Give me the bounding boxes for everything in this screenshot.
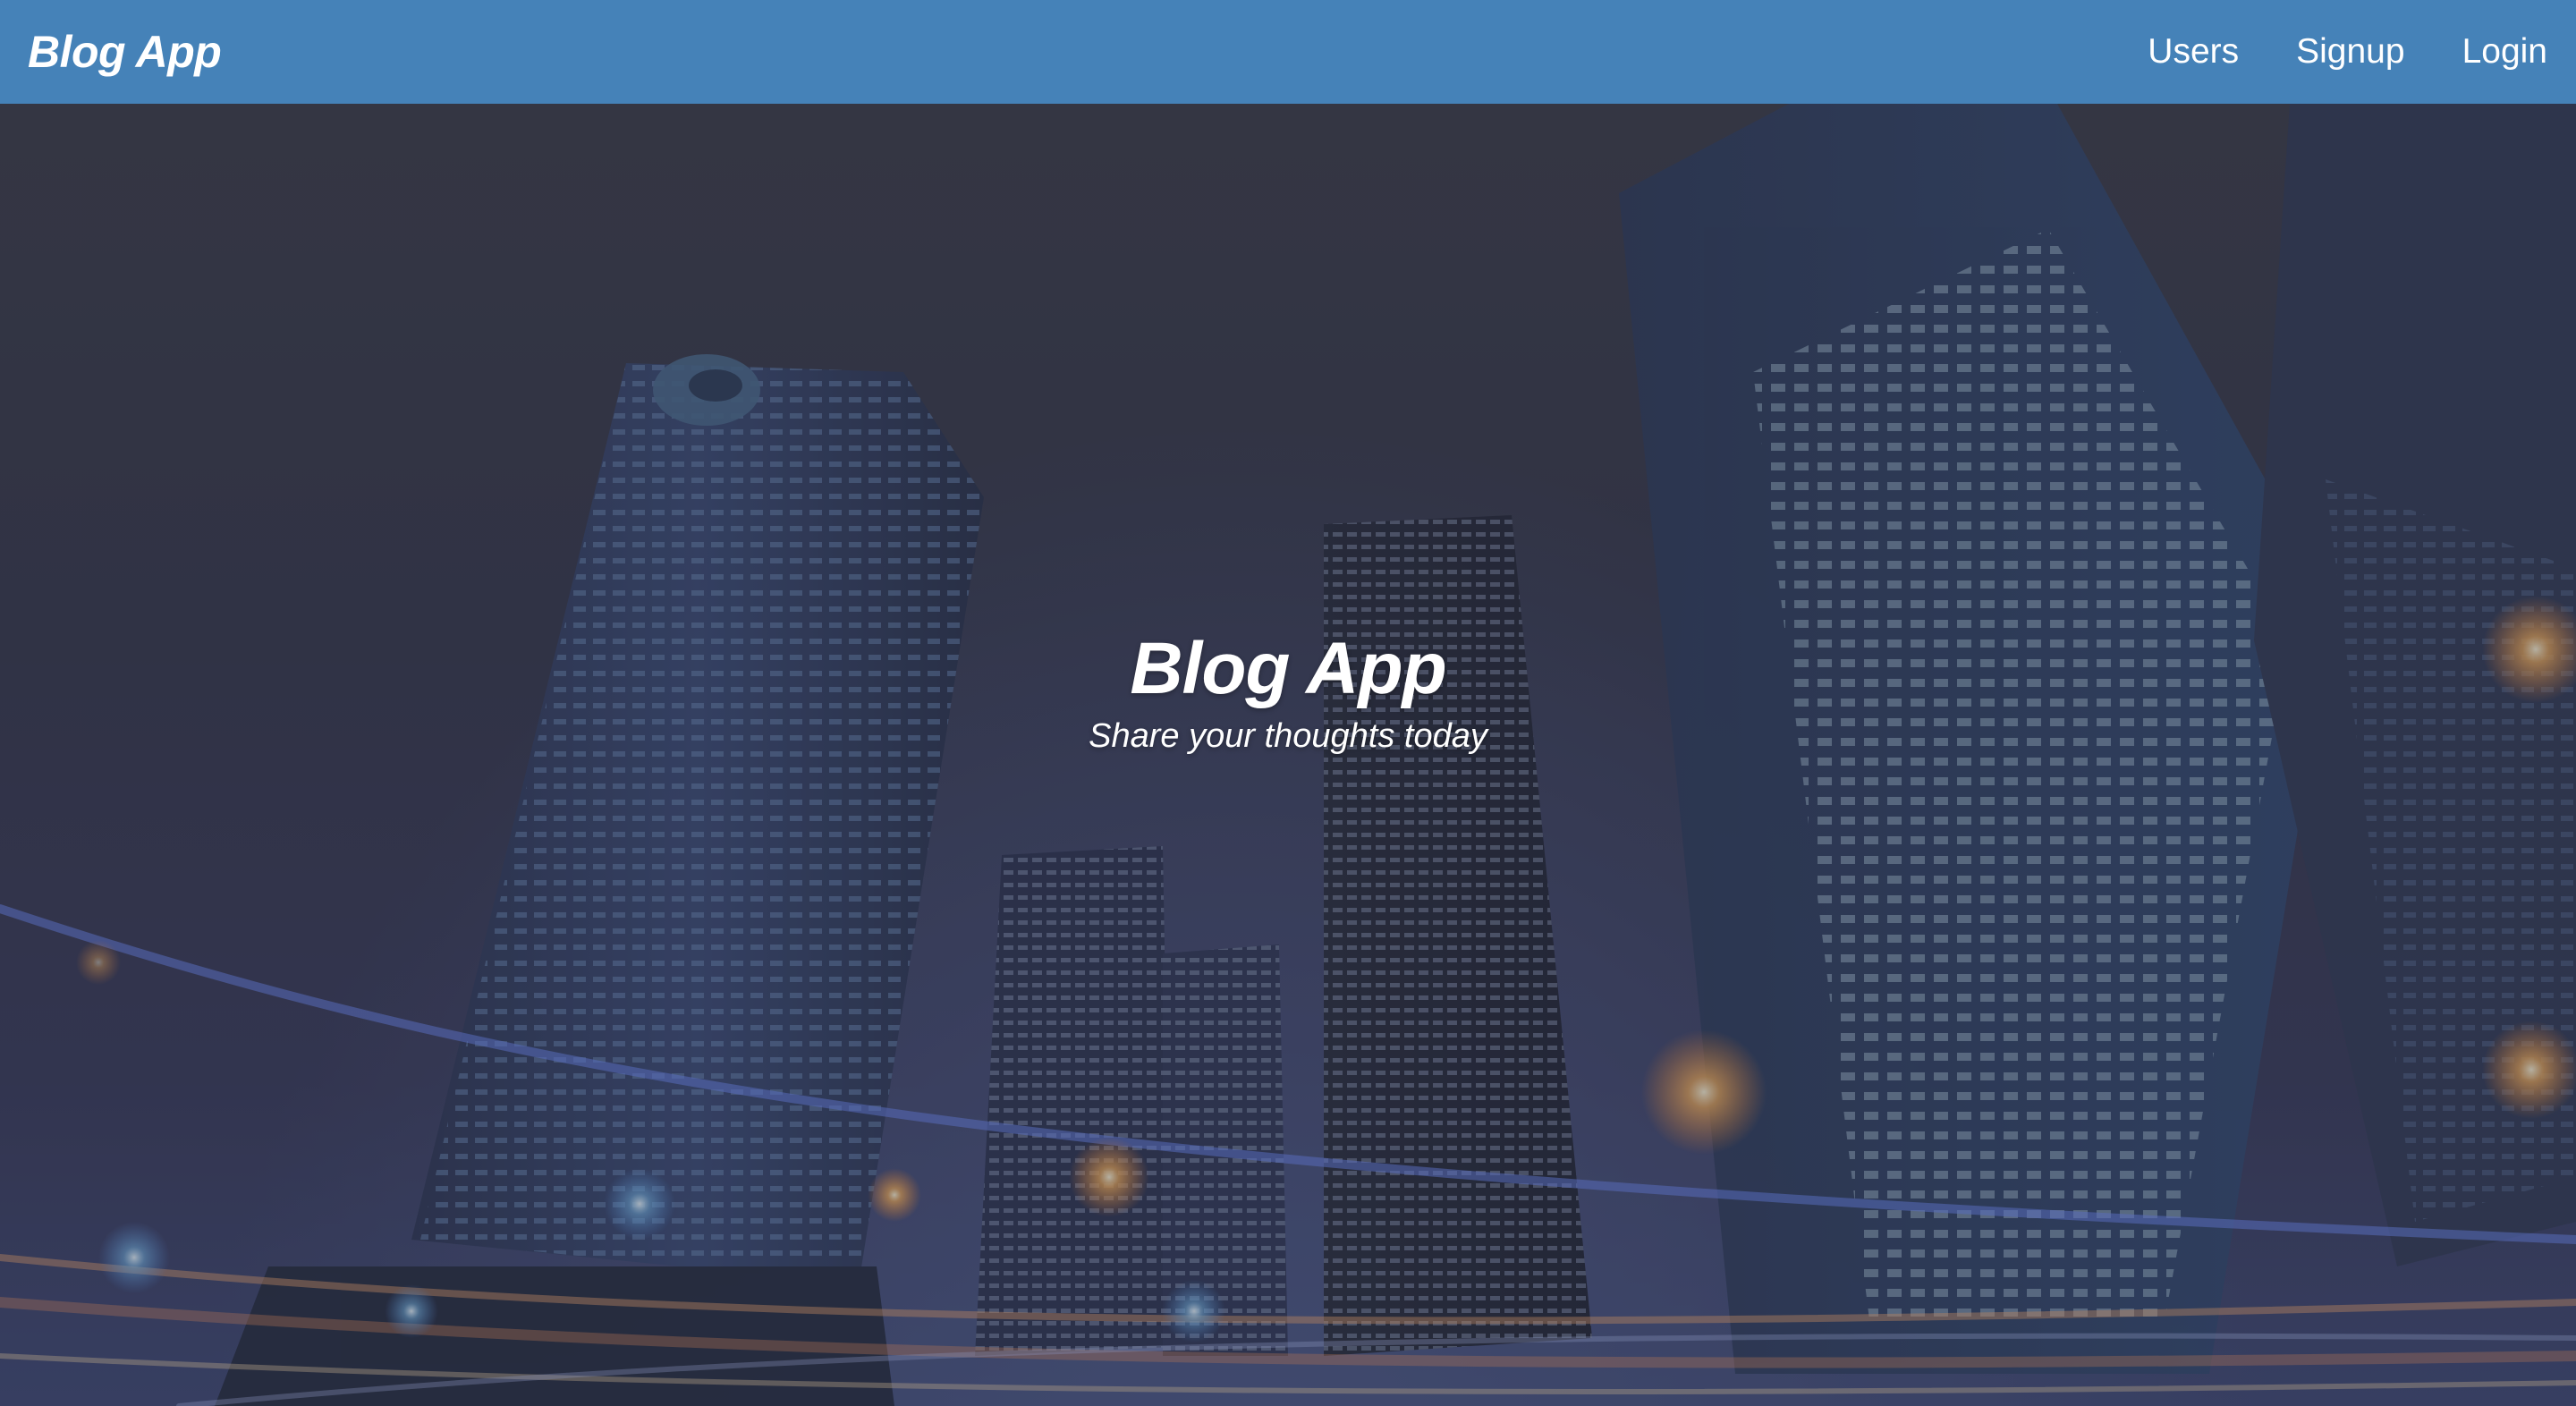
hero-content: Blog App Share your thoughts today — [0, 104, 2576, 1406]
hero-subtitle: Share your thoughts today — [1089, 716, 1487, 755]
nav-links: Users Signup Login — [2148, 32, 2547, 72]
nav-link-signup[interactable]: Signup — [2296, 32, 2404, 72]
brand-link[interactable]: Blog App — [28, 26, 222, 78]
hero-section: Blog App Share your thoughts today — [0, 104, 2576, 1406]
nav-link-users[interactable]: Users — [2148, 32, 2239, 72]
nav-link-login[interactable]: Login — [2462, 32, 2547, 72]
hero-title: Blog App — [1130, 628, 1446, 710]
top-navbar: Blog App Users Signup Login — [0, 0, 2576, 104]
